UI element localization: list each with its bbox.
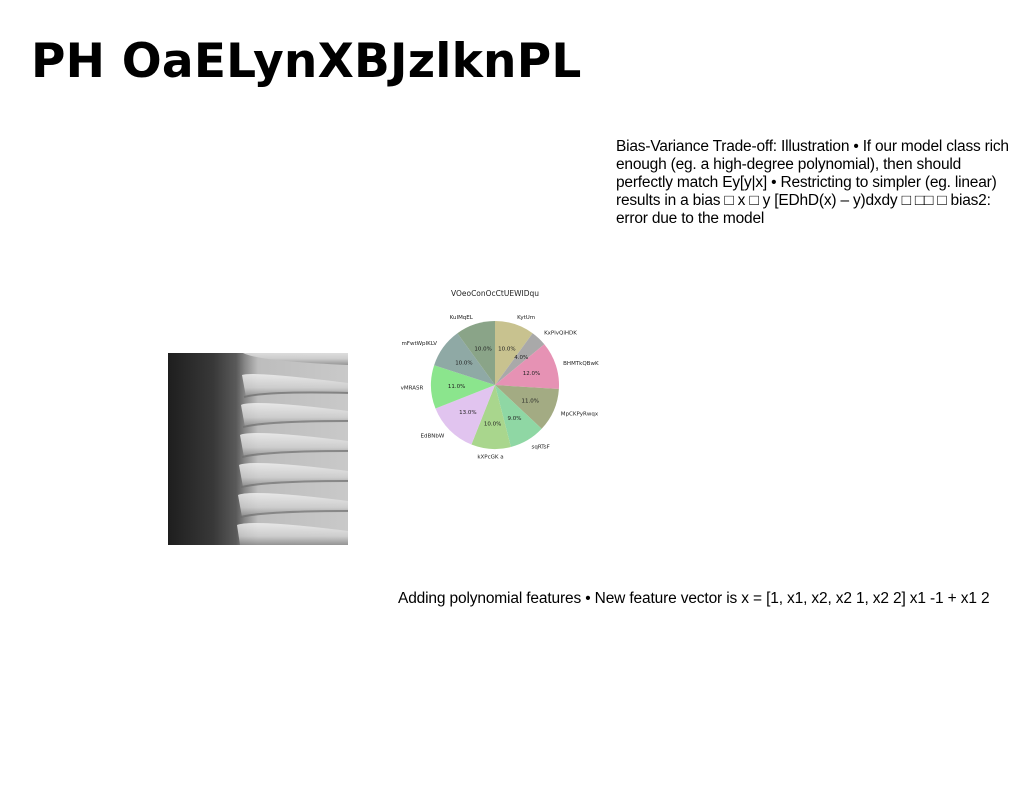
pie-category-label: EdBNbW [421, 434, 445, 440]
pie-percent-label: 10.0% [484, 421, 501, 427]
pie-category-label: BHMTkQBwK [563, 361, 599, 367]
pie-percent-label: 11.0% [521, 398, 538, 404]
pie-category-label: KytUm [517, 315, 535, 321]
page-title: PH OaELynXBJzlknPL [31, 34, 582, 89]
pie-percent-label: 4.0% [514, 355, 528, 361]
pie-category-label: KxPlvQiHDK [544, 331, 577, 337]
pie-category-label: KuIMqEL [450, 315, 474, 321]
pie-chart-svg: VOeoConOcCtUEWIDqu 10.0% 4.0% 12.0% 11.0% 9.… [401, 289, 599, 461]
pie-percent-label: 9.0% [508, 416, 522, 422]
pie-chart: VOeoConOcCtUEWIDqu 10.0% 4.0% 12.0% 11.0% 9.… [395, 284, 605, 476]
pie-percent-label: 13.0% [459, 410, 476, 416]
polynomial-features-paragraph: Adding polynomial features • New feature… [398, 590, 990, 607]
pie-category-label: sqRTsF [531, 445, 549, 451]
pie-percent-label: 10.0% [455, 360, 472, 366]
pie-category-label: kXPcGK a [477, 455, 503, 461]
pie-percent-label: 10.0% [474, 346, 491, 352]
photo-image [168, 353, 348, 545]
grayscale-photo [168, 353, 348, 545]
pie-percent-label: 12.0% [523, 371, 540, 377]
pie-category-label: mFwtWpIKLV [401, 341, 437, 347]
pie-percent-label: 11.0% [448, 384, 465, 390]
pie-percent-label: 10.0% [498, 346, 515, 352]
chart-title: VOeoConOcCtUEWIDqu [451, 289, 539, 298]
pie-category-label: vMRASR [401, 385, 424, 391]
bias-variance-paragraph: Bias-Variance Trade-off: Illustration • … [616, 138, 1009, 227]
pie-category-label: MpCKPyRwqx [561, 411, 599, 417]
